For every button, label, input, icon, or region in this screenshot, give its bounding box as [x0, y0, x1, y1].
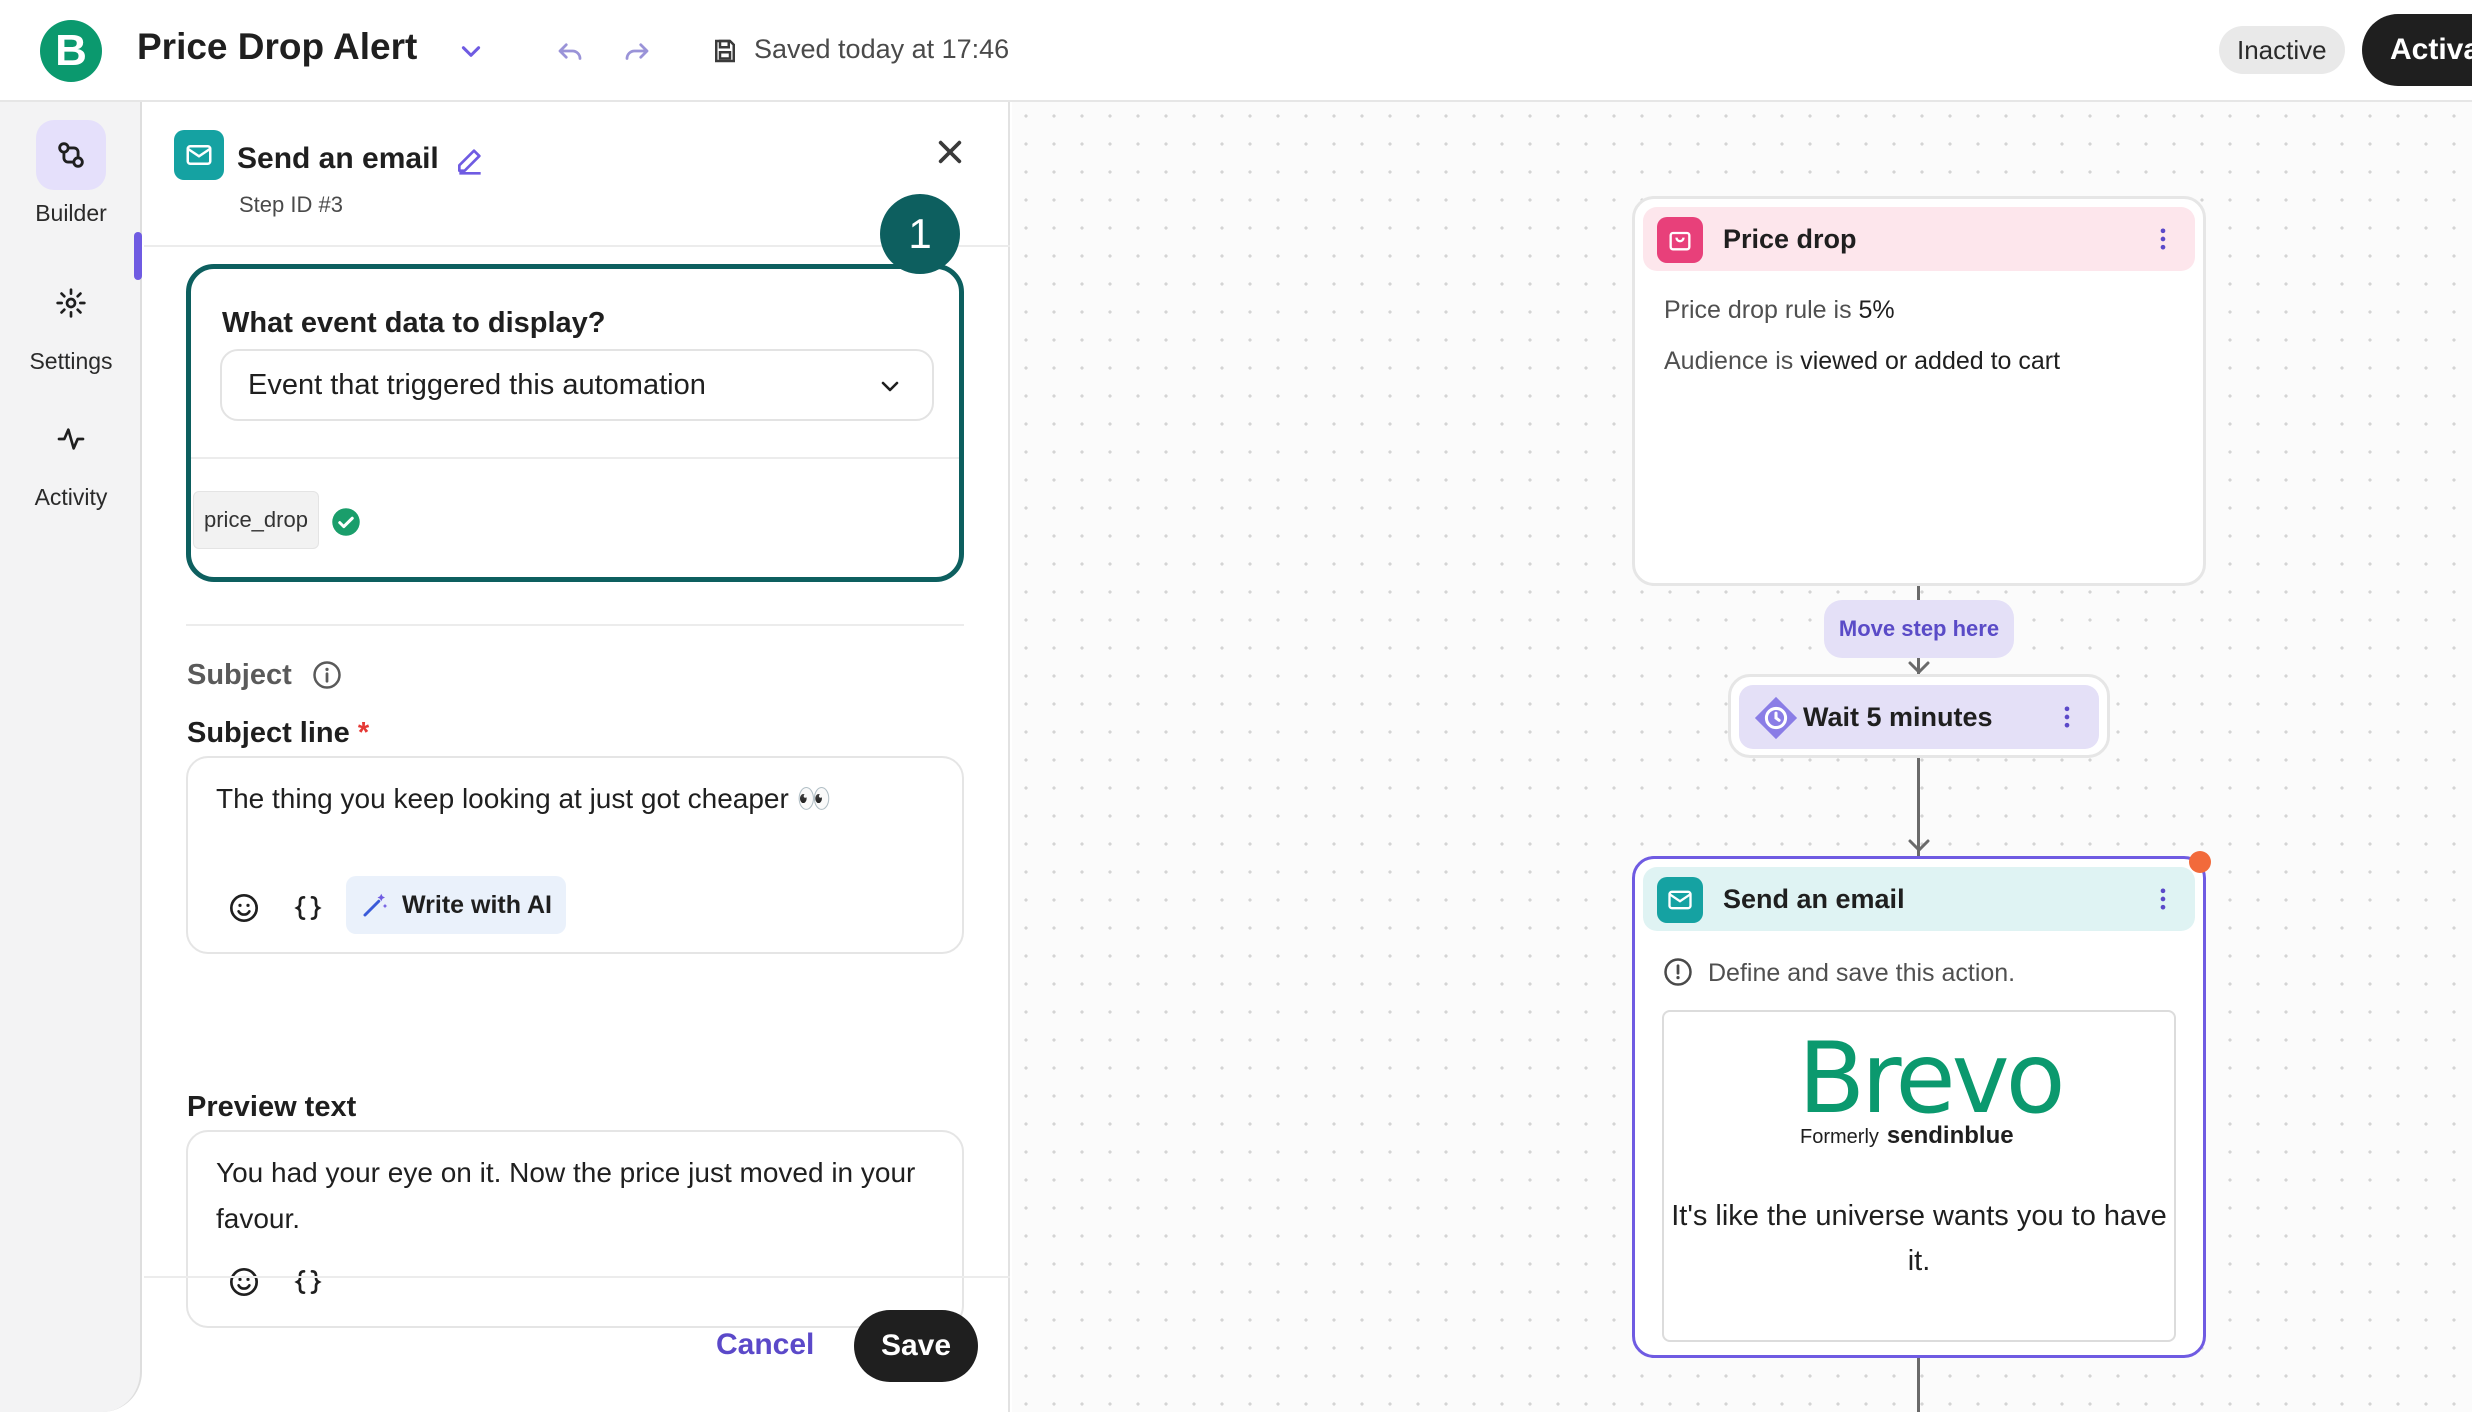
divider — [186, 624, 964, 626]
brevo-wordmark: Brevo — [1798, 1022, 2066, 1136]
preview-text-label: Preview text — [187, 1091, 357, 1123]
event-data-select[interactable]: Event that triggered this automation — [220, 349, 934, 421]
email-tagline: It's like the universe wants you to have… — [1671, 1200, 2167, 1277]
subject-line-value[interactable]: The thing you keep looking at just got c… — [216, 776, 936, 822]
shopping-bag-icon — [1657, 217, 1703, 263]
code-braces-icon[interactable] — [292, 1266, 324, 1298]
more-vertical-icon[interactable] — [2053, 703, 2081, 731]
arrow-down-icon — [1908, 839, 1930, 853]
clock-icon — [1753, 695, 1799, 741]
event-data-section: What event data to display? Event that t… — [186, 264, 964, 582]
more-vertical-icon[interactable] — [2149, 885, 2177, 913]
cancel-button[interactable]: Cancel — [716, 1328, 814, 1362]
subject-heading: Subject — [187, 659, 292, 691]
redo-icon[interactable] — [622, 36, 652, 66]
email-preview-thumbnail[interactable]: Brevo Formerly sendinblue It's like the u… — [1662, 1010, 2176, 1342]
email-step-icon — [174, 130, 224, 180]
wait-node[interactable]: Wait 5 minutes — [1728, 674, 2110, 758]
magic-wand-icon — [363, 893, 388, 917]
code-braces-icon[interactable] — [292, 892, 324, 924]
left-rail: Builder Settings Activity — [0, 102, 142, 1412]
rail-item-builder[interactable]: Builder — [0, 120, 142, 227]
save-disk-icon — [715, 39, 735, 63]
price-drop-rule: Price drop rule is 5% — [1664, 296, 1895, 324]
saved-status: Saved today at 17:46 — [754, 34, 1010, 64]
trigger-node-price-drop[interactable]: Price drop Price drop rule is 5% Audienc… — [1632, 196, 2206, 586]
node-title: Send an email — [1723, 884, 1905, 914]
preview-text-value[interactable]: You had your eye on it. Now the price ju… — [216, 1150, 936, 1242]
node-title: Price drop — [1723, 224, 1857, 254]
activity-icon — [57, 428, 85, 450]
builder-icon — [58, 142, 84, 168]
close-icon — [938, 140, 962, 164]
rail-item-activity[interactable]: Activity — [0, 404, 142, 511]
rail-label: Builder — [35, 200, 107, 226]
chevron-down-icon — [881, 381, 899, 392]
divider — [191, 457, 959, 459]
emoji-icon[interactable] — [228, 1266, 260, 1298]
step-editor-panel: Send an email Step ID #3 What event data… — [144, 102, 1010, 1412]
step-marker: 1 — [880, 194, 960, 274]
info-icon[interactable] — [312, 660, 342, 690]
rail-label: Settings — [29, 348, 113, 374]
node-title: Wait 5 minutes — [1803, 702, 1993, 732]
panel-title: Send an email — [237, 142, 439, 175]
write-with-ai-button[interactable]: Write with AI — [346, 876, 566, 934]
rail-label: Activity — [34, 484, 108, 510]
top-bar: B Price Drop Alert Saved today at 17:46 … — [0, 0, 2472, 102]
step-id: Step ID #3 — [239, 192, 343, 217]
chevron-down-icon[interactable] — [458, 38, 484, 64]
undo-icon[interactable] — [555, 36, 585, 66]
edit-pencil-icon[interactable] — [454, 144, 486, 176]
more-vertical-icon[interactable] — [2149, 225, 2177, 253]
emoji-icon[interactable] — [228, 892, 260, 924]
divider — [144, 245, 1010, 247]
status-badge: Inactive — [2219, 26, 2345, 74]
event-data-label: What event data to display? — [222, 307, 606, 339]
subject-line-field[interactable]: The thing you keep looking at just got c… — [186, 756, 964, 954]
node-warning: Define and save this action. — [1708, 959, 2016, 987]
gear-icon — [56, 288, 86, 318]
event-tag[interactable]: price_drop — [193, 491, 319, 549]
warning-circle-icon — [1664, 958, 1692, 986]
formerly-sendinblue: Formerly sendinblue — [1800, 1122, 2014, 1149]
subject-line-label: Subject line * — [187, 717, 370, 749]
unsaved-indicator-dot — [2189, 851, 2211, 873]
move-step-here-button[interactable]: Move step here — [1824, 600, 2014, 658]
check-circle-icon — [332, 508, 360, 536]
automation-title[interactable]: Price Drop Alert — [137, 26, 417, 68]
rail-item-settings[interactable]: Settings — [0, 268, 142, 375]
close-button[interactable] — [934, 136, 966, 173]
save-button[interactable]: Save — [854, 1310, 978, 1382]
audience-rule: Audience is viewed or added to cart — [1664, 347, 2061, 375]
preview-text-field[interactable]: You had your eye on it. Now the price ju… — [186, 1130, 964, 1328]
divider — [144, 1276, 1010, 1278]
email-icon — [1657, 877, 1703, 923]
brevo-logo[interactable]: B — [40, 20, 102, 82]
connector — [1917, 1358, 1920, 1412]
activate-button[interactable]: Activate — [2362, 14, 2472, 86]
